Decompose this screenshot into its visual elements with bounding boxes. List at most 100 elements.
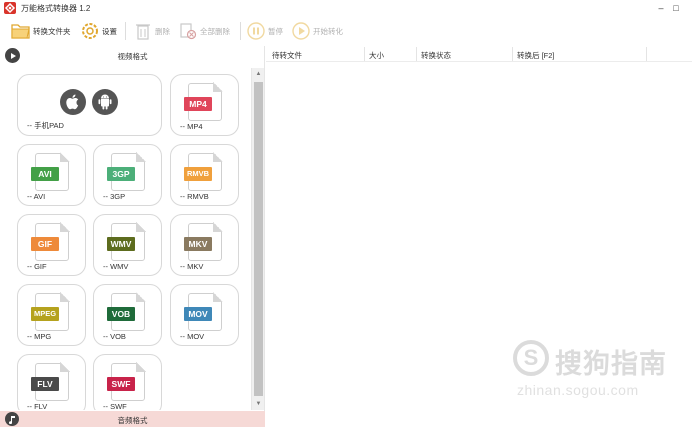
audio-section-header[interactable]: 音频格式 <box>0 411 265 427</box>
delete-button[interactable]: 删除 <box>133 20 170 42</box>
start-convert-button[interactable]: 开始转化 <box>291 20 343 42</box>
format-card-phone-pad[interactable]: -- 手机PAD <box>17 74 162 136</box>
scroll-down-arrow-icon[interactable]: ▼ <box>252 398 265 410</box>
document-fold <box>136 152 146 162</box>
document-fold <box>136 292 146 302</box>
os-icons <box>60 89 118 115</box>
file-document-icon: WMV <box>107 222 146 261</box>
format-label: -- MPG <box>27 332 52 341</box>
format-tag: MOV <box>184 307 212 321</box>
format-card-vob[interactable]: VOB -- VOB <box>93 284 162 346</box>
format-card-flv[interactable]: FLV -- FLV <box>17 354 86 410</box>
format-card-mkv[interactable]: MKV -- MKV <box>170 214 239 276</box>
format-tag: RMVB <box>184 167 213 181</box>
format-tag: AVI <box>31 167 59 181</box>
column-header-source-file[interactable]: 待转文件 <box>272 50 302 61</box>
video-section-header[interactable]: 视频格式 <box>0 46 265 66</box>
format-card-rmvb[interactable]: RMVB -- RMVB <box>170 144 239 206</box>
document-fold <box>136 362 146 372</box>
android-icon <box>92 89 118 115</box>
sogou-logo-icon: S <box>513 340 549 376</box>
file-document-icon: GIF <box>31 222 70 261</box>
watermark-text: 搜狗指南 <box>555 349 667 379</box>
document-fold <box>60 362 70 372</box>
pause-button[interactable]: 暂停 <box>246 20 283 42</box>
format-card-3gp[interactable]: 3GP -- 3GP <box>93 144 162 206</box>
start-convert-label: 开始转化 <box>313 26 343 36</box>
format-label: -- 手机PAD <box>27 121 64 130</box>
column-divider[interactable] <box>646 47 647 61</box>
video-section-title: 视频格式 <box>117 52 148 61</box>
format-scrollbar[interactable]: ▲ ▼ <box>251 68 264 410</box>
convert-folder-button[interactable]: 转换文件夹 <box>11 20 71 42</box>
file-document-icon: MKV <box>184 222 223 261</box>
format-tag: MP4 <box>184 97 212 111</box>
format-card-wmv[interactable]: WMV -- WMV <box>93 214 162 276</box>
toolbar-divider <box>125 22 126 40</box>
format-tag: MKV <box>184 237 212 251</box>
format-card-mp4[interactable]: MP4 -- MP4 <box>170 74 239 136</box>
trash-icon <box>133 21 153 41</box>
delete-label: 删除 <box>155 26 170 36</box>
format-label: -- 3GP <box>103 192 126 201</box>
minimize-button[interactable]: – <box>654 2 668 14</box>
maximize-button[interactable]: □ <box>669 2 683 14</box>
column-divider[interactable] <box>416 47 417 61</box>
format-label: -- MKV <box>180 262 204 271</box>
toolbar-divider <box>240 22 241 40</box>
format-tag: SWF <box>107 377 135 391</box>
document-fold <box>213 82 223 92</box>
format-panel: 视频格式 -- 手机PAD MP4 -- MP4 AVI -- AVI 3GP -- 3G… <box>0 46 265 427</box>
format-tag: MPEG <box>31 307 60 321</box>
format-card-avi[interactable]: AVI -- AVI <box>17 144 86 206</box>
scroll-up-arrow-icon[interactable]: ▲ <box>252 68 265 80</box>
format-tag: WMV <box>107 237 135 251</box>
scrollbar-thumb[interactable] <box>254 82 263 396</box>
file-document-icon: VOB <box>107 292 146 331</box>
format-card-mov[interactable]: MOV -- MOV <box>170 284 239 346</box>
play-icon <box>291 21 311 41</box>
file-document-icon: RMVB <box>184 152 223 191</box>
format-tag: GIF <box>31 237 59 251</box>
column-header-status[interactable]: 转换状态 <box>421 50 451 61</box>
format-card-swf[interactable]: SWF -- SWF <box>93 354 162 410</box>
delete-all-icon <box>178 21 198 41</box>
delete-all-button[interactable]: 全部删除 <box>178 20 230 42</box>
format-card-mpeg[interactable]: MPEG -- MPG <box>17 284 86 346</box>
format-label: -- VOB <box>103 332 126 341</box>
file-document-icon: FLV <box>31 362 70 401</box>
file-document-icon: MPEG <box>31 292 70 331</box>
document-fold <box>60 222 70 232</box>
format-label: -- MOV <box>180 332 205 341</box>
gear-icon <box>80 21 100 41</box>
window-title: 万能格式转换器 1.2 <box>21 4 91 13</box>
pause-label: 暂停 <box>268 26 283 36</box>
file-table-header: 待转文件 大小 转换状态 转换后 [F2] <box>266 46 692 62</box>
convert-folder-label: 转换文件夹 <box>33 26 71 36</box>
column-header-output[interactable]: 转换后 [F2] <box>517 50 555 61</box>
settings-button[interactable]: 设置 <box>80 20 117 42</box>
column-divider[interactable] <box>512 47 513 61</box>
title-bar: 万能格式转换器 1.2 – □ <box>0 0 692 16</box>
toolbar: 转换文件夹 设置 删除 全部删除 暂停 开始转化 <box>0 16 692 46</box>
document-fold <box>213 152 223 162</box>
pause-icon <box>246 21 266 41</box>
file-document-icon: AVI <box>31 152 70 191</box>
file-document-icon: MP4 <box>184 82 223 121</box>
format-label: -- AVI <box>27 192 46 201</box>
app-logo-icon <box>4 2 16 14</box>
column-header-size[interactable]: 大小 <box>369 50 384 61</box>
watermark-url: zhinan.sogou.com <box>517 382 639 398</box>
settings-label: 设置 <box>102 26 117 36</box>
apple-icon <box>60 89 86 115</box>
format-label: -- GIF <box>27 262 47 271</box>
document-fold <box>60 292 70 302</box>
column-divider[interactable] <box>364 47 365 61</box>
file-document-icon: MOV <box>184 292 223 331</box>
format-tag: 3GP <box>107 167 135 181</box>
folder-icon <box>11 21 31 41</box>
format-label: -- SWF <box>103 402 127 410</box>
format-card-gif[interactable]: GIF -- GIF <box>17 214 86 276</box>
format-label: -- RMVB <box>180 192 209 201</box>
document-fold <box>213 222 223 232</box>
